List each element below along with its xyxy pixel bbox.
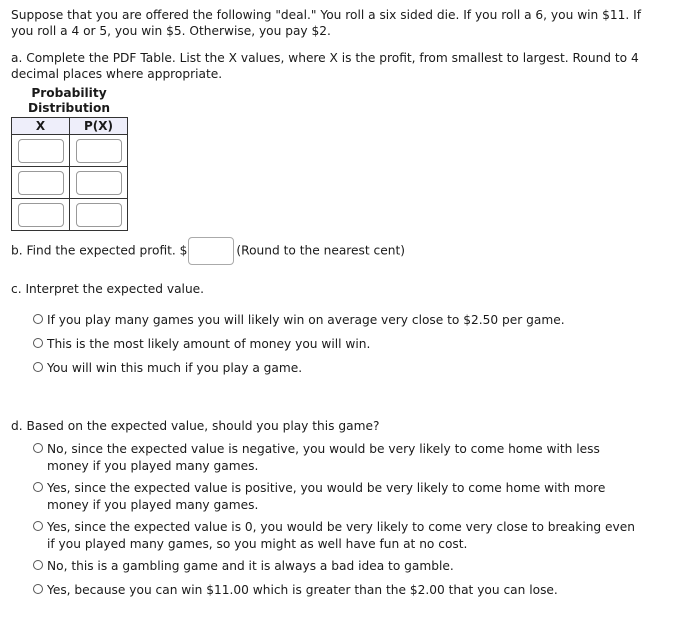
part-d-prompt: d. Based on the expected value, should y… [11,419,380,433]
part-c-option-2[interactable]: This is the most likely amount of money … [33,336,643,353]
part-d-option-3[interactable]: Yes, since the expected value is 0, you … [33,519,643,553]
part-d-option-4[interactable]: No, this is a gambling game and it is al… [33,558,643,575]
radio-button[interactable] [33,560,43,570]
px-input-3[interactable] [75,203,122,227]
px-input-2[interactable] [75,171,122,195]
part-b: b. Find the expected profit. $ (Round to … [11,236,405,265]
radio-button[interactable] [33,338,43,348]
part-b-prompt: b. Find the expected profit. $ [11,243,188,258]
radio-button[interactable] [33,362,43,372]
table-row [11,134,128,167]
radio-button[interactable] [33,584,43,594]
part-c-option-3[interactable]: You will win this much if you play a gam… [33,360,643,377]
part-d-option-1[interactable]: No, since the expected value is negative… [33,441,643,475]
pdf-table: X P(X) [11,117,128,231]
part-b-hint: (Round to the nearest cent) [236,243,405,258]
part-d-option-2[interactable]: Yes, since the expected value is positiv… [33,480,643,514]
header-px: P(X) [69,117,128,135]
px-input-1[interactable] [75,139,122,163]
part-c-option-1[interactable]: If you play many games you will likely w… [33,312,643,329]
header-x: X [11,117,70,135]
x-input-3[interactable] [17,203,64,227]
part-c-prompt: c. Interpret the expected value. [11,282,205,296]
table-row [11,166,128,199]
expected-profit-input[interactable] [188,236,235,265]
radio-button[interactable] [33,443,43,453]
part-d-option-5[interactable]: Yes, because you can win $11.00 which is… [33,582,643,599]
radio-button[interactable] [33,482,43,492]
pdf-table-header-row: X P(X) [11,117,128,135]
caption-line-1: Probability [31,86,107,100]
table-row [11,198,128,231]
radio-button[interactable] [33,521,43,531]
problem-statement: Suppose that you are offered the followi… [11,8,642,38]
part-a-prompt: a. Complete the PDF Table. List the X va… [11,51,639,81]
x-input-2[interactable] [17,171,64,195]
radio-button[interactable] [33,314,43,324]
x-input-1[interactable] [17,139,64,163]
